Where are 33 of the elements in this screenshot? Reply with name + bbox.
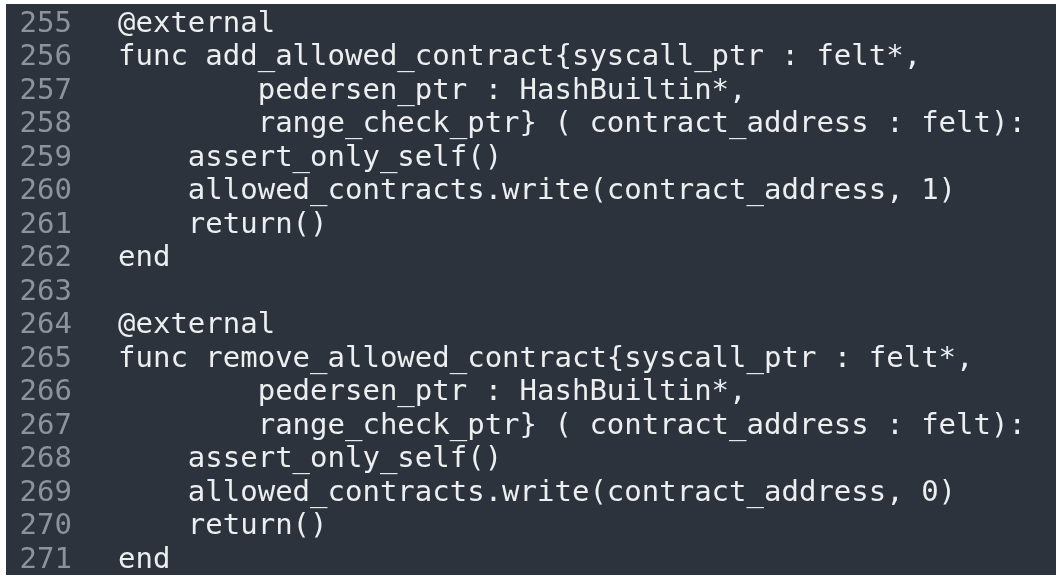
line-number: 260 (18, 172, 72, 207)
code-line: range_check_ptr} ( contract_address : felt): (256, 406, 1026, 441)
code-line: end (118, 540, 171, 575)
code-line: assert_only_self() (186, 138, 503, 173)
line-number: 258 (18, 105, 72, 140)
line-number: 257 (18, 71, 72, 106)
line-number: 265 (18, 339, 72, 374)
code-line: @external (118, 4, 276, 39)
code-line: allowed_contracts.write(contract_address, 0) (186, 473, 957, 508)
line-number: 255 (18, 4, 72, 39)
line-number: 259 (18, 138, 72, 173)
code-line: pedersen_ptr : HashBuiltin*, (257, 373, 747, 408)
code-line: func remove_allowed_contract{syscall_ptr : felt*, (118, 339, 974, 374)
code-line: func add_allowed_contract{syscall_ptr : felt*, (118, 38, 922, 73)
line-number: 268 (18, 440, 72, 475)
line-number: 271 (18, 540, 72, 575)
line-number: 262 (18, 239, 72, 274)
line-number: 267 (18, 406, 72, 441)
code-line: @external (118, 306, 276, 341)
code-line: return() (186, 507, 328, 542)
line-number: 263 (18, 272, 72, 307)
line-number: 264 (18, 306, 72, 341)
code-line: allowed_contracts.write(contract_address, 1) (186, 172, 957, 207)
code-line: return() (186, 205, 328, 240)
code-line: pedersen_ptr : HashBuiltin*, (257, 71, 747, 106)
line-number: 261 (18, 205, 72, 240)
code-line: range_check_ptr} ( contract_address : felt): (256, 105, 1026, 140)
line-number: 270 (18, 507, 72, 542)
line-number: 266 (18, 373, 72, 408)
code-line: assert_only_self() (186, 440, 503, 475)
line-number: 256 (18, 38, 72, 73)
line-number: 269 (18, 473, 72, 508)
code-line: end (118, 239, 171, 274)
